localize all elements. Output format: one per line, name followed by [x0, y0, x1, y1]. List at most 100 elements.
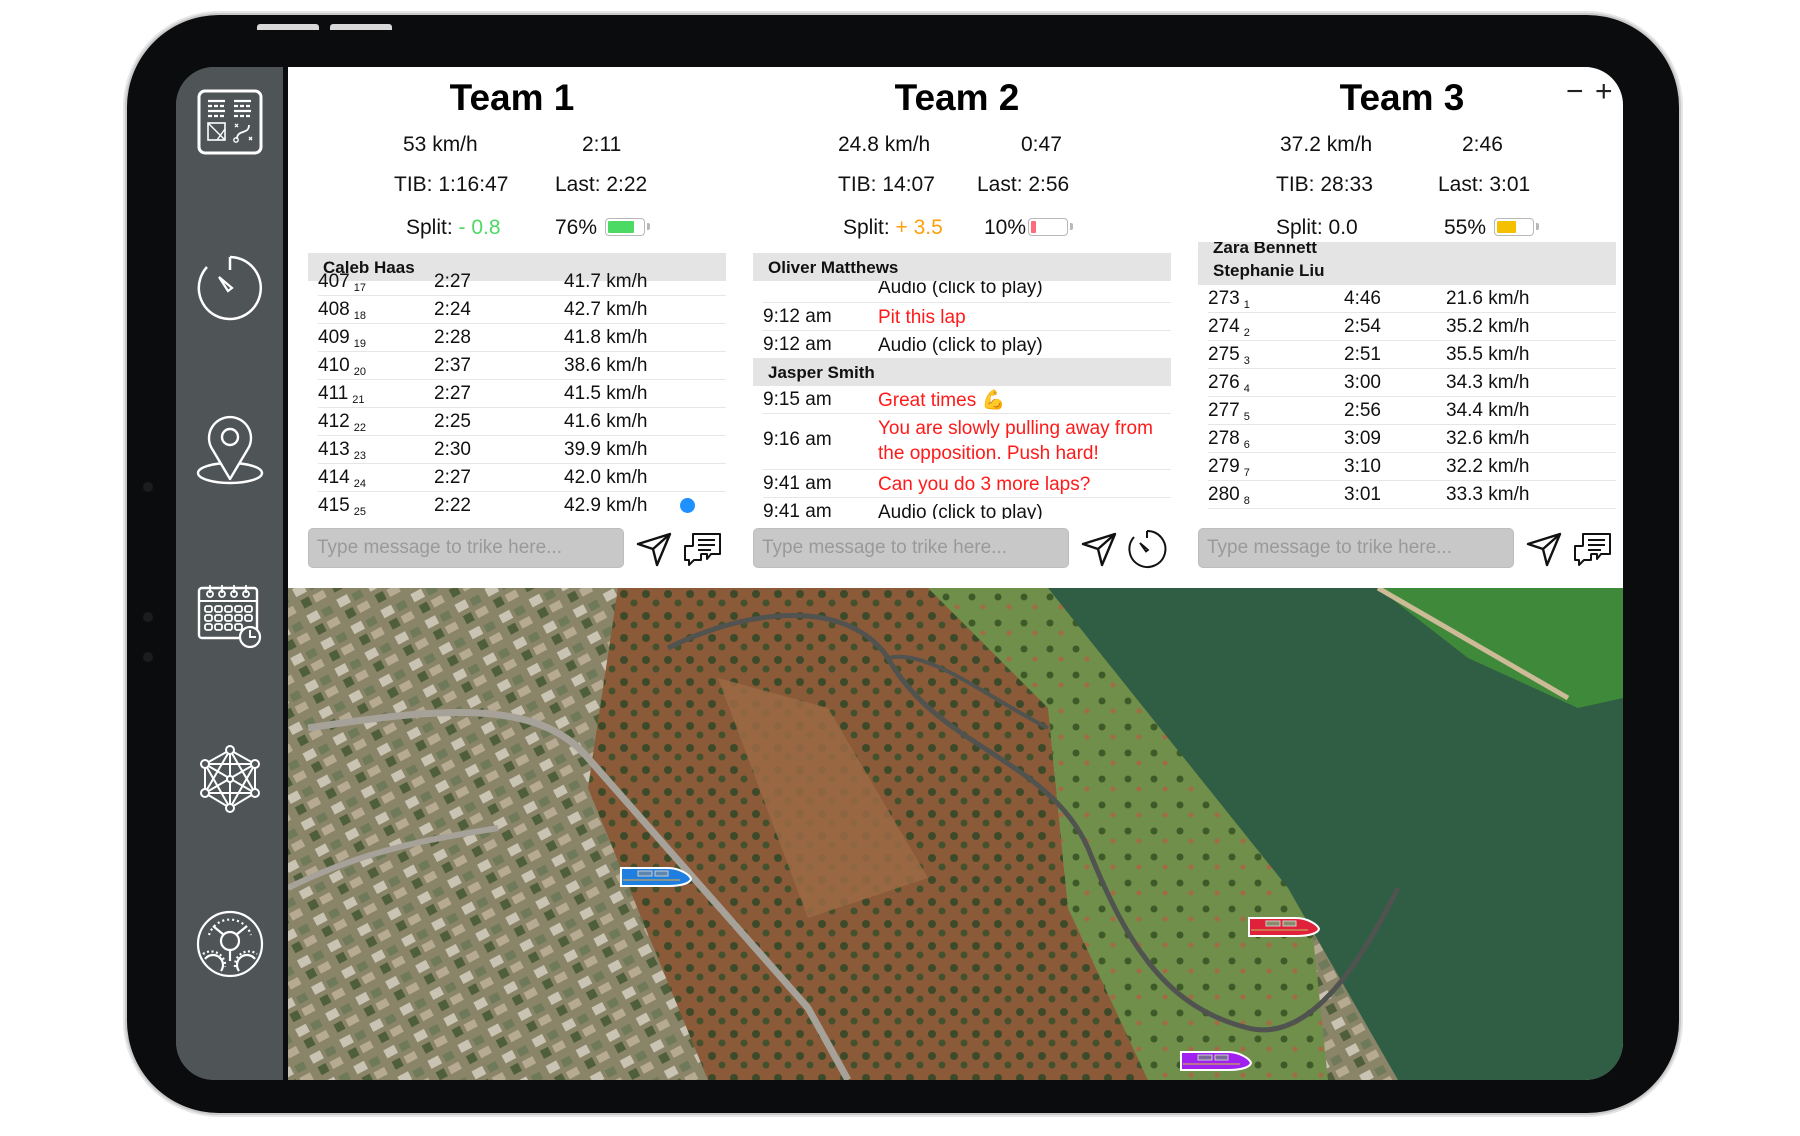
send-button[interactable]: [632, 527, 676, 571]
lap-index: 7: [1243, 467, 1250, 479]
lap-number: 412: [318, 411, 350, 432]
lap-cell: 276 4: [1208, 372, 1250, 395]
lap-number: 409: [318, 327, 350, 348]
sensor-dot: [143, 612, 153, 622]
lap-cell: 278 6: [1208, 428, 1250, 451]
rider-header-previous: Zara Bennett: [1198, 242, 1616, 256]
message-list[interactable]: Oliver Matthews Audio (click to play) 9:…: [753, 253, 1171, 519]
lap-index: 20: [353, 366, 366, 378]
lap-number: 410: [318, 355, 350, 376]
message-input[interactable]: Type message to trike here...: [1198, 528, 1514, 568]
lap-number: 407: [318, 271, 350, 292]
sidebar-item-timer[interactable]: [194, 252, 266, 324]
chat-history-button[interactable]: [680, 527, 724, 571]
battery-fill: [1497, 221, 1516, 233]
lap-time: 3:10: [1344, 456, 1381, 477]
lap-cell: 412 22: [318, 411, 366, 434]
lap-speed: 38.6 km/h: [564, 355, 648, 376]
sidebar-item-dashboard[interactable]: [194, 86, 266, 158]
message-input[interactable]: Type message to trike here...: [308, 528, 624, 568]
chat-history-button[interactable]: [1570, 527, 1614, 571]
lap-index: 1: [1243, 299, 1250, 311]
sidebar-item-location[interactable]: [194, 415, 266, 487]
battery-icon: [1028, 218, 1073, 236]
send-button[interactable]: [1077, 527, 1121, 571]
sidebar-item-network[interactable]: [194, 744, 266, 816]
send-icon: [636, 532, 672, 567]
lap-index: 22: [353, 422, 366, 434]
lap-time: 2:30: [434, 439, 471, 460]
map-imagery: [288, 588, 1623, 1080]
team-last-lap: Last: 2:22: [555, 173, 648, 196]
lap-number: 280: [1208, 484, 1240, 505]
lap-cell: 277 5: [1208, 400, 1250, 423]
zoom-in-button[interactable]: +: [1595, 77, 1613, 107]
satellite-map[interactable]: [288, 588, 1623, 1080]
team-split: Split: - 0.8: [406, 216, 501, 240]
lap-speed: 35.2 km/h: [1446, 316, 1530, 337]
lap-speed: 41.8 km/h: [564, 327, 648, 348]
message-input[interactable]: Type message to trike here...: [753, 528, 1069, 568]
message-row[interactable]: 9:41 am Audio (click to play): [763, 498, 1171, 519]
lap-index: 25: [353, 506, 366, 518]
dashboard-grid-icon: [197, 89, 263, 155]
sidebar-item-wheel[interactable]: [194, 908, 266, 980]
lap-time: 2:54: [1344, 316, 1381, 337]
lap-speed: 41.7 km/h: [564, 271, 648, 292]
trike-marker-team-1[interactable]: [620, 866, 692, 888]
lap-cell: 411 21: [318, 383, 365, 406]
lap-index: 4: [1243, 383, 1250, 395]
lap-row: 412 22 2:25 41.6 km/h: [318, 408, 726, 436]
stopwatch-icon: [197, 255, 263, 321]
lap-list[interactable]: Caleb Haas 407 17 2:27 41.7 km/h 408 18 2:24 42…: [308, 253, 726, 519]
zoom-out-button[interactable]: −: [1566, 77, 1584, 107]
map-pin-icon: [196, 415, 264, 485]
send-icon: [1526, 532, 1562, 567]
lap-number: 278: [1208, 428, 1240, 449]
message-row[interactable]: 9:12 am Pit this lap: [763, 303, 1171, 331]
lap-time: 2:28: [434, 327, 471, 348]
lap-cell: 275 3: [1208, 344, 1250, 367]
message-row[interactable]: 9:41 am Can you do 3 more laps?: [763, 470, 1171, 498]
lap-speed: 42.0 km/h: [564, 467, 648, 488]
sidebar-item-schedule[interactable]: [194, 579, 266, 651]
lap-cell: 274 2: [1208, 316, 1250, 339]
message-row[interactable]: 9:16 am You are slowly pulling away from …: [763, 414, 1171, 470]
lap-speed: 41.6 km/h: [564, 411, 648, 432]
battery-percent: 10%: [984, 216, 1027, 239]
trike-marker-team-3[interactable]: [1180, 1050, 1252, 1072]
lap-time: 4:46: [1344, 288, 1381, 309]
lap-number: 415: [318, 495, 350, 516]
rider-header: Oliver Matthews: [753, 253, 1171, 281]
lap-list[interactable]: Zara Bennett Stephanie Liu 273 1 4:46 21.6 …: [1198, 242, 1616, 519]
lap-index: 17: [353, 282, 366, 294]
lap-row: 409 19 2:28 41.8 km/h: [318, 324, 726, 352]
message-row[interactable]: 9:15 am Great times 💪: [763, 386, 1171, 414]
message-row[interactable]: Audio (click to play): [763, 281, 1171, 303]
lap-time: 2:27: [434, 271, 471, 292]
split-label: Split:: [843, 216, 896, 239]
wheel-gear-icon: [196, 910, 264, 978]
lap-index: 19: [353, 338, 366, 350]
send-button[interactable]: [1522, 527, 1566, 571]
lap-number: 273: [1208, 288, 1240, 309]
lap-row: 415 25 2:22 42.9 km/h: [318, 492, 726, 519]
lap-number: 414: [318, 467, 350, 488]
chat-bubbles-icon: [684, 533, 721, 566]
trike-marker-team-2[interactable]: [1248, 916, 1320, 938]
lap-number: 411: [318, 383, 349, 404]
message-row[interactable]: 9:12 am Audio (click to play): [763, 331, 1171, 358]
battery-fill: [608, 221, 634, 233]
lap-time: 3:09: [1344, 428, 1381, 449]
team-speed: 37.2 km/h: [1280, 133, 1373, 156]
lap-number: 279: [1208, 456, 1240, 477]
lap-row: 414 24 2:27 42.0 km/h: [318, 464, 726, 492]
lap-speed: 33.3 km/h: [1446, 484, 1530, 505]
lap-speed: 34.3 km/h: [1446, 372, 1530, 393]
split-label: Split:: [1276, 216, 1329, 239]
timer-button[interactable]: [1125, 527, 1169, 571]
network-mesh-icon: [200, 745, 260, 813]
lap-cell: 408 18: [318, 299, 366, 322]
sidebar: [176, 67, 283, 1080]
lap-index: 23: [353, 450, 366, 462]
